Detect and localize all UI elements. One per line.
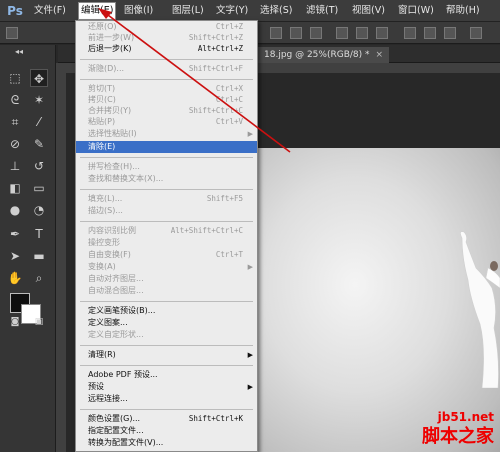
menu-separator	[80, 409, 253, 410]
menu-item-assign-profile[interactable]: 指定配置文件...	[76, 425, 257, 437]
close-icon[interactable]: ×	[376, 50, 384, 60]
hand-tool-icon[interactable]: ✋	[6, 269, 24, 287]
menu-separator	[80, 157, 253, 158]
menu-help[interactable]: 帮助(H)	[446, 3, 480, 19]
menu-item-define-brush[interactable]: 定义画笔预设(B)...	[76, 305, 257, 317]
menu-type[interactable]: 文字(Y)	[216, 3, 248, 19]
blur-tool-icon[interactable]: ●	[6, 201, 24, 219]
menu-item-paste[interactable]: 粘贴(P) Ctrl+V	[76, 116, 257, 128]
distribute-bottom-icon[interactable]	[444, 27, 456, 39]
menu-item-stroke[interactable]: 描边(S)...	[76, 205, 257, 217]
tool-preset-icon[interactable]	[6, 27, 18, 39]
pen-tool-icon[interactable]: ✒	[6, 225, 24, 243]
clone-stamp-tool-icon[interactable]: ⊥	[6, 157, 24, 175]
path-selection-tool-icon[interactable]: ➤	[6, 247, 24, 265]
menu-item-presets[interactable]: 预设 ▶	[76, 381, 257, 393]
align-left-icon[interactable]	[336, 27, 348, 39]
distribute-left-icon[interactable]	[470, 27, 482, 39]
menu-item-paste-special[interactable]: 选择性粘贴(I) ▶	[76, 128, 257, 140]
align-center-icon[interactable]	[356, 27, 368, 39]
dodge-tool-icon[interactable]: ◔	[30, 201, 48, 219]
align-right-icon[interactable]	[376, 27, 388, 39]
document-tab-title: 18.jpg @ 25%(RGB/8) *	[264, 50, 370, 60]
menu-item-adobe-pdf-presets[interactable]: Adobe PDF 预设...	[76, 369, 257, 381]
document-tab[interactable]: 18.jpg @ 25%(RGB/8) * ×	[258, 47, 390, 63]
menu-item-auto-align-layers[interactable]: 自动对齐图层...	[76, 273, 257, 285]
align-top-icon[interactable]	[270, 27, 282, 39]
photoshop-logo: Ps	[7, 4, 23, 18]
menu-item-free-transform[interactable]: 自由变换(F) Ctrl+T	[76, 249, 257, 261]
menu-edit[interactable]: 编辑(E)	[78, 2, 117, 20]
menu-select[interactable]: 选择(S)	[260, 3, 292, 19]
zoom-tool-icon[interactable]: ⌕	[30, 269, 48, 287]
gradient-tool-icon[interactable]: ▭	[30, 179, 48, 197]
history-brush-tool-icon[interactable]: ↺	[30, 157, 48, 175]
magic-wand-tool-icon[interactable]: ✶	[30, 91, 48, 109]
menu-separator	[80, 189, 253, 190]
menu-bar: Ps 文件(F) 编辑(E) 图像(I) 图层(L) 文字(Y) 选择(S) 滤…	[0, 0, 500, 22]
submenu-arrow-icon: ▶	[247, 130, 253, 138]
eyedropper-tool-icon[interactable]: ⁄	[30, 113, 48, 131]
screen-mode-icon[interactable]: ▣	[30, 313, 48, 331]
distribute-middle-icon[interactable]	[424, 27, 436, 39]
menu-view[interactable]: 视图(V)	[352, 3, 385, 19]
submenu-arrow-icon: ▶	[247, 263, 253, 271]
menu-separator	[80, 59, 253, 60]
marquee-tool-icon[interactable]: ⬚	[6, 69, 24, 87]
menu-item-puppet-warp[interactable]: 操控变形	[76, 237, 257, 249]
type-tool-icon[interactable]: T	[30, 225, 48, 243]
crop-tool-icon[interactable]: ⌗	[6, 113, 24, 131]
edit-menu-dropdown: 还原(O) Ctrl+Z 前进一步(W) Shift+Ctrl+Z 后退一步(K) A…	[75, 20, 258, 452]
menu-item-content-aware-scale[interactable]: 内容识别比例 Alt+Shift+Ctrl+C	[76, 225, 257, 237]
lasso-tool-icon[interactable]: ᘓ	[6, 91, 24, 109]
collapse-panel-icon[interactable]: ◂◂	[10, 47, 28, 57]
menu-item-convert-to-profile[interactable]: 转换为配置文件(V)...	[76, 437, 257, 449]
eraser-tool-icon[interactable]: ◧	[6, 179, 24, 197]
menu-window[interactable]: 窗口(W)	[398, 3, 434, 19]
menu-image[interactable]: 图像(I)	[124, 3, 153, 19]
menu-item-step-backward[interactable]: 后退一步(K) Alt+Ctrl+Z	[76, 43, 257, 55]
submenu-arrow-icon: ▶	[247, 383, 253, 391]
watermark: jb51.net 脚本之家	[422, 410, 494, 448]
menu-item-auto-blend-layers[interactable]: 自动混合图层...	[76, 285, 257, 297]
move-tool-icon[interactable]: ✥	[30, 69, 48, 87]
quick-mask-icon[interactable]: ◙	[6, 313, 24, 331]
menu-item-fill[interactable]: 填充(L)... Shift+F5	[76, 193, 257, 205]
shape-tool-icon[interactable]: ▬	[30, 247, 48, 265]
align-bottom-icon[interactable]	[310, 27, 322, 39]
dancer-figure	[460, 231, 500, 388]
menu-item-transform[interactable]: 变换(A) ▶	[76, 261, 257, 273]
submenu-arrow-icon: ▶	[247, 351, 253, 359]
menu-item-remote-connections[interactable]: 远程连接...	[76, 393, 257, 405]
brush-tool-icon[interactable]: ✎	[30, 135, 48, 153]
watermark-name: 脚本之家	[422, 426, 494, 447]
menu-item-color-settings[interactable]: 颜色设置(G)... Shift+Ctrl+K	[76, 413, 257, 425]
menu-separator	[80, 345, 253, 346]
healing-brush-tool-icon[interactable]: ⊘	[6, 135, 24, 153]
menu-item-check-spelling[interactable]: 拼写检查(H)...	[76, 161, 257, 173]
distribute-top-icon[interactable]	[404, 27, 416, 39]
menu-separator	[80, 79, 253, 80]
menu-item-clear[interactable]: 清除(E)	[76, 141, 257, 153]
menu-item-fade[interactable]: 渐隐(D)... Shift+Ctrl+F	[76, 63, 257, 75]
menu-separator	[80, 221, 253, 222]
menu-item-find-replace[interactable]: 查找和替换文本(X)...	[76, 173, 257, 185]
menu-item-define-custom-shape[interactable]: 定义自定形状...	[76, 329, 257, 341]
menu-item-purge[interactable]: 清理(R) ▶	[76, 349, 257, 361]
menu-layer[interactable]: 图层(L)	[172, 3, 204, 19]
menu-item-define-pattern[interactable]: 定义图案...	[76, 317, 257, 329]
menu-separator	[80, 301, 253, 302]
menu-separator	[80, 365, 253, 366]
menu-filter[interactable]: 滤镜(T)	[306, 3, 338, 19]
align-middle-icon[interactable]	[290, 27, 302, 39]
vertical-ruler	[56, 73, 66, 452]
tools-panel: ◂◂ ✥ ⬚ ᘓ ✶ ⌗ ⁄ ⊘ ✎ ⊥ ↺ ◧ ▭ ● ◔ ✒ T ➤ ▬ ✋…	[0, 45, 56, 452]
menu-file[interactable]: 文件(F)	[34, 3, 66, 19]
